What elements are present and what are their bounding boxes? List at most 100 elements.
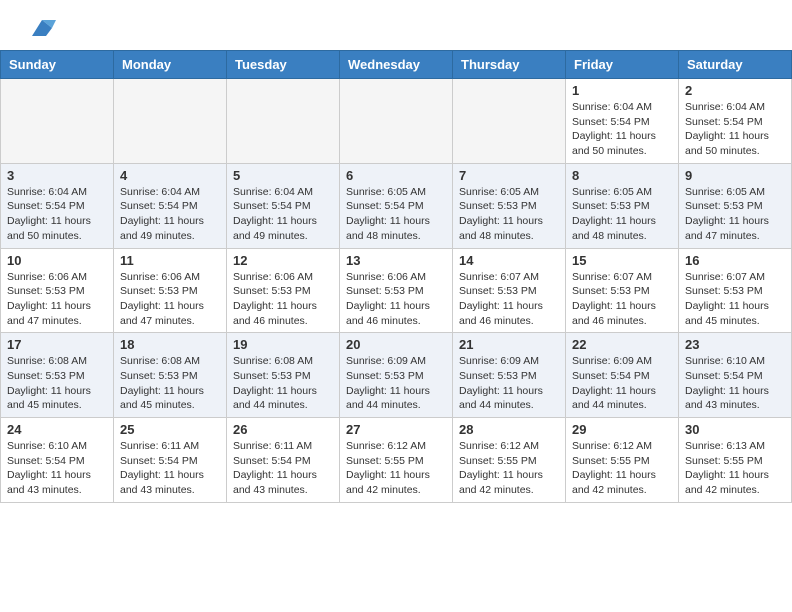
day-number: 15 [572, 253, 672, 268]
day-number: 19 [233, 337, 333, 352]
day-number: 14 [459, 253, 559, 268]
day-info: Sunrise: 6:04 AMSunset: 5:54 PMDaylight:… [120, 185, 220, 244]
calendar-cell [340, 79, 453, 164]
day-info: Sunrise: 6:10 AMSunset: 5:54 PMDaylight:… [685, 354, 785, 413]
day-info: Sunrise: 6:09 AMSunset: 5:53 PMDaylight:… [459, 354, 559, 413]
day-info: Sunrise: 6:06 AMSunset: 5:53 PMDaylight:… [120, 270, 220, 329]
calendar-cell: 13 Sunrise: 6:06 AMSunset: 5:53 PMDayligh… [340, 248, 453, 333]
day-info: Sunrise: 6:05 AMSunset: 5:53 PMDaylight:… [685, 185, 785, 244]
calendar-cell: 17 Sunrise: 6:08 AMSunset: 5:53 PMDayligh… [1, 333, 114, 418]
day-number: 18 [120, 337, 220, 352]
day-number: 12 [233, 253, 333, 268]
calendar-cell: 28 Sunrise: 6:12 AMSunset: 5:55 PMDayligh… [453, 418, 566, 503]
calendar-cell: 1 Sunrise: 6:04 AMSunset: 5:54 PMDaylight… [566, 79, 679, 164]
day-info: Sunrise: 6:05 AMSunset: 5:54 PMDaylight:… [346, 185, 446, 244]
day-info: Sunrise: 6:06 AMSunset: 5:53 PMDaylight:… [233, 270, 333, 329]
calendar-cell: 20 Sunrise: 6:09 AMSunset: 5:53 PMDayligh… [340, 333, 453, 418]
day-number: 17 [7, 337, 107, 352]
day-info: Sunrise: 6:07 AMSunset: 5:53 PMDaylight:… [572, 270, 672, 329]
day-info: Sunrise: 6:11 AMSunset: 5:54 PMDaylight:… [120, 439, 220, 498]
calendar-cell: 4 Sunrise: 6:04 AMSunset: 5:54 PMDaylight… [114, 163, 227, 248]
day-info: Sunrise: 6:06 AMSunset: 5:53 PMDaylight:… [7, 270, 107, 329]
page-header [0, 0, 792, 50]
day-info: Sunrise: 6:04 AMSunset: 5:54 PMDaylight:… [685, 100, 785, 159]
calendar-cell: 29 Sunrise: 6:12 AMSunset: 5:55 PMDayligh… [566, 418, 679, 503]
day-info: Sunrise: 6:04 AMSunset: 5:54 PMDaylight:… [572, 100, 672, 159]
calendar-cell [453, 79, 566, 164]
calendar-cell: 23 Sunrise: 6:10 AMSunset: 5:54 PMDayligh… [679, 333, 792, 418]
calendar-cell: 11 Sunrise: 6:06 AMSunset: 5:53 PMDayligh… [114, 248, 227, 333]
day-number: 10 [7, 253, 107, 268]
day-info: Sunrise: 6:12 AMSunset: 5:55 PMDaylight:… [572, 439, 672, 498]
day-number: 8 [572, 168, 672, 183]
day-number: 20 [346, 337, 446, 352]
day-info: Sunrise: 6:05 AMSunset: 5:53 PMDaylight:… [459, 185, 559, 244]
weekday-header-row: SundayMondayTuesdayWednesdayThursdayFrid… [1, 51, 792, 79]
day-info: Sunrise: 6:08 AMSunset: 5:53 PMDaylight:… [233, 354, 333, 413]
calendar-cell: 9Sunrise: 6:05 AMSunset: 5:53 PMDaylight… [679, 163, 792, 248]
day-number: 28 [459, 422, 559, 437]
weekday-header-friday: Friday [566, 51, 679, 79]
day-info: Sunrise: 6:07 AMSunset: 5:53 PMDaylight:… [459, 270, 559, 329]
calendar-cell: 21 Sunrise: 6:09 AMSunset: 5:53 PMDayligh… [453, 333, 566, 418]
week-row-1: 1 Sunrise: 6:04 AMSunset: 5:54 PMDaylight… [1, 79, 792, 164]
calendar-cell: 24 Sunrise: 6:10 AMSunset: 5:54 PMDayligh… [1, 418, 114, 503]
day-info: Sunrise: 6:09 AMSunset: 5:54 PMDaylight:… [572, 354, 672, 413]
week-row-4: 17 Sunrise: 6:08 AMSunset: 5:53 PMDayligh… [1, 333, 792, 418]
calendar-cell: 16 Sunrise: 6:07 AMSunset: 5:53 PMDayligh… [679, 248, 792, 333]
calendar-cell: 26 Sunrise: 6:11 AMSunset: 5:54 PMDayligh… [227, 418, 340, 503]
calendar-cell: 2 Sunrise: 6:04 AMSunset: 5:54 PMDaylight… [679, 79, 792, 164]
calendar-cell: 18Sunrise: 6:08 AMSunset: 5:53 PMDayligh… [114, 333, 227, 418]
calendar-cell: 3Sunrise: 6:04 AMSunset: 5:54 PMDaylight… [1, 163, 114, 248]
calendar-table: SundayMondayTuesdayWednesdayThursdayFrid… [0, 50, 792, 503]
calendar-wrapper: SundayMondayTuesdayWednesdayThursdayFrid… [0, 50, 792, 515]
day-number: 11 [120, 253, 220, 268]
calendar-cell [114, 79, 227, 164]
day-number: 2 [685, 83, 785, 98]
week-row-2: 3Sunrise: 6:04 AMSunset: 5:54 PMDaylight… [1, 163, 792, 248]
calendar-cell: 22 Sunrise: 6:09 AMSunset: 5:54 PMDayligh… [566, 333, 679, 418]
day-number: 29 [572, 422, 672, 437]
calendar-cell [227, 79, 340, 164]
calendar-cell: 19 Sunrise: 6:08 AMSunset: 5:53 PMDayligh… [227, 333, 340, 418]
day-info: Sunrise: 6:12 AMSunset: 5:55 PMDaylight:… [459, 439, 559, 498]
day-info: Sunrise: 6:11 AMSunset: 5:54 PMDaylight:… [233, 439, 333, 498]
day-number: 24 [7, 422, 107, 437]
day-info: Sunrise: 6:10 AMSunset: 5:54 PMDaylight:… [7, 439, 107, 498]
calendar-cell: 12 Sunrise: 6:06 AMSunset: 5:53 PMDayligh… [227, 248, 340, 333]
day-number: 13 [346, 253, 446, 268]
weekday-header-thursday: Thursday [453, 51, 566, 79]
day-info: Sunrise: 6:07 AMSunset: 5:53 PMDaylight:… [685, 270, 785, 329]
calendar-cell: 6 Sunrise: 6:05 AMSunset: 5:54 PMDaylight… [340, 163, 453, 248]
day-number: 16 [685, 253, 785, 268]
weekday-header-wednesday: Wednesday [340, 51, 453, 79]
weekday-header-monday: Monday [114, 51, 227, 79]
calendar-cell: 30Sunrise: 6:13 AMSunset: 5:55 PMDayligh… [679, 418, 792, 503]
calendar-cell: 14 Sunrise: 6:07 AMSunset: 5:53 PMDayligh… [453, 248, 566, 333]
day-number: 7 [459, 168, 559, 183]
day-number: 4 [120, 168, 220, 183]
calendar-cell: 5Sunrise: 6:04 AMSunset: 5:54 PMDaylight… [227, 163, 340, 248]
weekday-header-sunday: Sunday [1, 51, 114, 79]
day-number: 22 [572, 337, 672, 352]
calendar-cell: 15 Sunrise: 6:07 AMSunset: 5:53 PMDayligh… [566, 248, 679, 333]
day-info: Sunrise: 6:05 AMSunset: 5:53 PMDaylight:… [572, 185, 672, 244]
day-number: 26 [233, 422, 333, 437]
day-info: Sunrise: 6:04 AMSunset: 5:54 PMDaylight:… [233, 185, 333, 244]
day-number: 6 [346, 168, 446, 183]
calendar-cell: 25 Sunrise: 6:11 AMSunset: 5:54 PMDayligh… [114, 418, 227, 503]
weekday-header-saturday: Saturday [679, 51, 792, 79]
day-info: Sunrise: 6:06 AMSunset: 5:53 PMDaylight:… [346, 270, 446, 329]
day-info: Sunrise: 6:09 AMSunset: 5:53 PMDaylight:… [346, 354, 446, 413]
week-row-5: 24 Sunrise: 6:10 AMSunset: 5:54 PMDayligh… [1, 418, 792, 503]
day-info: Sunrise: 6:13 AMSunset: 5:55 PMDaylight:… [685, 439, 785, 498]
day-info: Sunrise: 6:04 AMSunset: 5:54 PMDaylight:… [7, 185, 107, 244]
logo [24, 18, 56, 42]
day-number: 25 [120, 422, 220, 437]
calendar-cell: 8 Sunrise: 6:05 AMSunset: 5:53 PMDaylight… [566, 163, 679, 248]
day-number: 23 [685, 337, 785, 352]
logo-icon [28, 14, 56, 42]
day-number: 21 [459, 337, 559, 352]
day-number: 1 [572, 83, 672, 98]
day-info: Sunrise: 6:08 AMSunset: 5:53 PMDaylight:… [7, 354, 107, 413]
